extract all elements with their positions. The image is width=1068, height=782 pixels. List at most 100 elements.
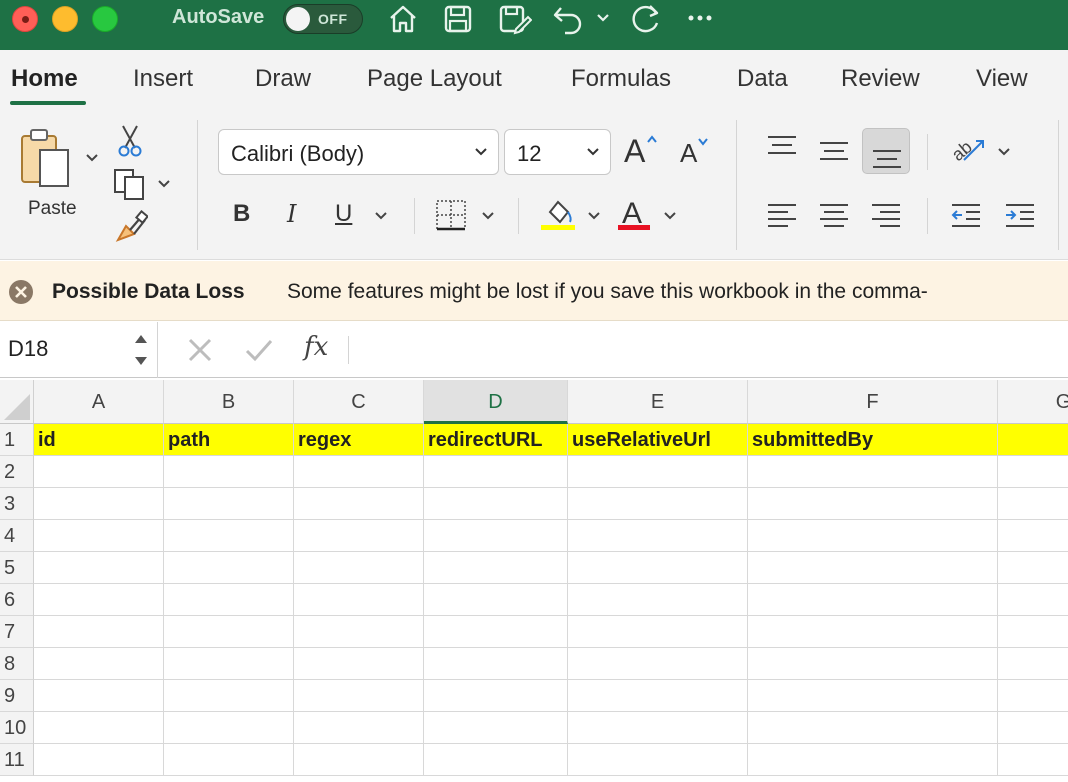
font-name-dropdown[interactable]: Calibri (Body): [218, 129, 499, 175]
cell-c5[interactable]: [294, 552, 424, 584]
tab-data[interactable]: Data: [737, 65, 788, 93]
column-header-d[interactable]: D: [424, 380, 568, 424]
italic-button[interactable]: I: [287, 200, 296, 228]
borders-icon[interactable]: [434, 198, 468, 232]
row-header-9[interactable]: 9: [0, 680, 34, 712]
cell-b6[interactable]: [164, 584, 294, 616]
cell-g9[interactable]: [998, 680, 1068, 712]
cell-g3[interactable]: [998, 488, 1068, 520]
underline-button[interactable]: U: [335, 200, 352, 228]
column-header-g[interactable]: G: [998, 380, 1068, 424]
align-top-icon[interactable]: [766, 134, 798, 160]
font-color-icon[interactable]: A: [620, 196, 650, 226]
orientation-dropdown-chevron-icon[interactable]: [996, 144, 1012, 160]
increase-font-size-icon[interactable]: A: [624, 132, 660, 166]
bold-button[interactable]: B: [233, 200, 250, 228]
cell-f10[interactable]: [748, 712, 998, 744]
decrease-font-size-icon[interactable]: A: [680, 136, 714, 166]
cell-d10[interactable]: [424, 712, 568, 744]
window-close-button[interactable]: [12, 6, 38, 32]
cell-g2[interactable]: [998, 456, 1068, 488]
cell-d11[interactable]: [424, 744, 568, 776]
align-right-icon[interactable]: [870, 202, 902, 230]
error-circle-icon[interactable]: [7, 278, 35, 311]
cell-b11[interactable]: [164, 744, 294, 776]
redo-icon[interactable]: [628, 2, 664, 36]
column-header-b[interactable]: B: [164, 380, 294, 424]
paste-icon[interactable]: [18, 126, 82, 190]
cell-b9[interactable]: [164, 680, 294, 712]
cell-a7[interactable]: [34, 616, 164, 648]
name-box-stepper-icon[interactable]: [132, 330, 150, 375]
cell-e8[interactable]: [568, 648, 748, 680]
fill-color-icon[interactable]: [542, 198, 576, 228]
copy-icon[interactable]: [113, 168, 147, 200]
cell-f8[interactable]: [748, 648, 998, 680]
tab-insert[interactable]: Insert: [133, 65, 193, 93]
cell-b10[interactable]: [164, 712, 294, 744]
cell-d2[interactable]: [424, 456, 568, 488]
cell-c10[interactable]: [294, 712, 424, 744]
font-size-dropdown[interactable]: 12: [504, 129, 611, 175]
cell-d5[interactable]: [424, 552, 568, 584]
tab-draw[interactable]: Draw: [255, 65, 311, 93]
cell-e5[interactable]: [568, 552, 748, 584]
cell-d7[interactable]: [424, 616, 568, 648]
cell-g8[interactable]: [998, 648, 1068, 680]
cell-a2[interactable]: [34, 456, 164, 488]
cell-a1[interactable]: id: [34, 424, 164, 456]
row-header-4[interactable]: 4: [0, 520, 34, 552]
row-header-7[interactable]: 7: [0, 616, 34, 648]
underline-dropdown-chevron-icon[interactable]: [373, 208, 389, 224]
row-header-10[interactable]: 10: [0, 712, 34, 744]
cell-c2[interactable]: [294, 456, 424, 488]
row-header-11[interactable]: 11: [0, 744, 34, 776]
cell-c1[interactable]: regex: [294, 424, 424, 456]
cell-e7[interactable]: [568, 616, 748, 648]
cell-b4[interactable]: [164, 520, 294, 552]
home-icon[interactable]: [386, 2, 420, 36]
cell-b5[interactable]: [164, 552, 294, 584]
cell-g11[interactable]: [998, 744, 1068, 776]
formula-input[interactable]: [360, 334, 1060, 366]
paste-dropdown-chevron-icon[interactable]: [84, 150, 100, 166]
cell-f2[interactable]: [748, 456, 998, 488]
tab-view[interactable]: View: [976, 65, 1028, 93]
row-header-5[interactable]: 5: [0, 552, 34, 584]
cell-c8[interactable]: [294, 648, 424, 680]
cell-e10[interactable]: [568, 712, 748, 744]
row-header-8[interactable]: 8: [0, 648, 34, 680]
cell-d4[interactable]: [424, 520, 568, 552]
fill-color-dropdown-chevron-icon[interactable]: [586, 208, 602, 224]
cell-e6[interactable]: [568, 584, 748, 616]
cell-c3[interactable]: [294, 488, 424, 520]
cell-b7[interactable]: [164, 616, 294, 648]
tab-review[interactable]: Review: [841, 65, 920, 93]
row-header-1[interactable]: 1: [0, 424, 34, 456]
undo-dropdown-chevron-icon[interactable]: [595, 10, 611, 44]
tab-page-layout[interactable]: Page Layout: [367, 65, 502, 93]
enter-checkmark-icon[interactable]: [244, 336, 274, 369]
tab-formulas[interactable]: Formulas: [571, 65, 671, 93]
cell-f3[interactable]: [748, 488, 998, 520]
cell-b1[interactable]: path: [164, 424, 294, 456]
cell-f9[interactable]: [748, 680, 998, 712]
cell-a4[interactable]: [34, 520, 164, 552]
cell-f5[interactable]: [748, 552, 998, 584]
cell-d9[interactable]: [424, 680, 568, 712]
column-header-c[interactable]: C: [294, 380, 424, 424]
cell-d1[interactable]: redirectURL: [424, 424, 568, 456]
row-header-2[interactable]: 2: [0, 456, 34, 488]
column-header-e[interactable]: E: [568, 380, 748, 424]
autosave-toggle[interactable]: OFF: [283, 4, 363, 34]
cell-a11[interactable]: [34, 744, 164, 776]
paste-label[interactable]: Paste: [28, 198, 77, 220]
cell-e3[interactable]: [568, 488, 748, 520]
more-options-icon[interactable]: [686, 8, 716, 42]
cell-a9[interactable]: [34, 680, 164, 712]
cell-c6[interactable]: [294, 584, 424, 616]
cell-c9[interactable]: [294, 680, 424, 712]
cell-g4[interactable]: [998, 520, 1068, 552]
save-icon[interactable]: [441, 2, 475, 36]
copy-dropdown-chevron-icon[interactable]: [156, 176, 172, 192]
